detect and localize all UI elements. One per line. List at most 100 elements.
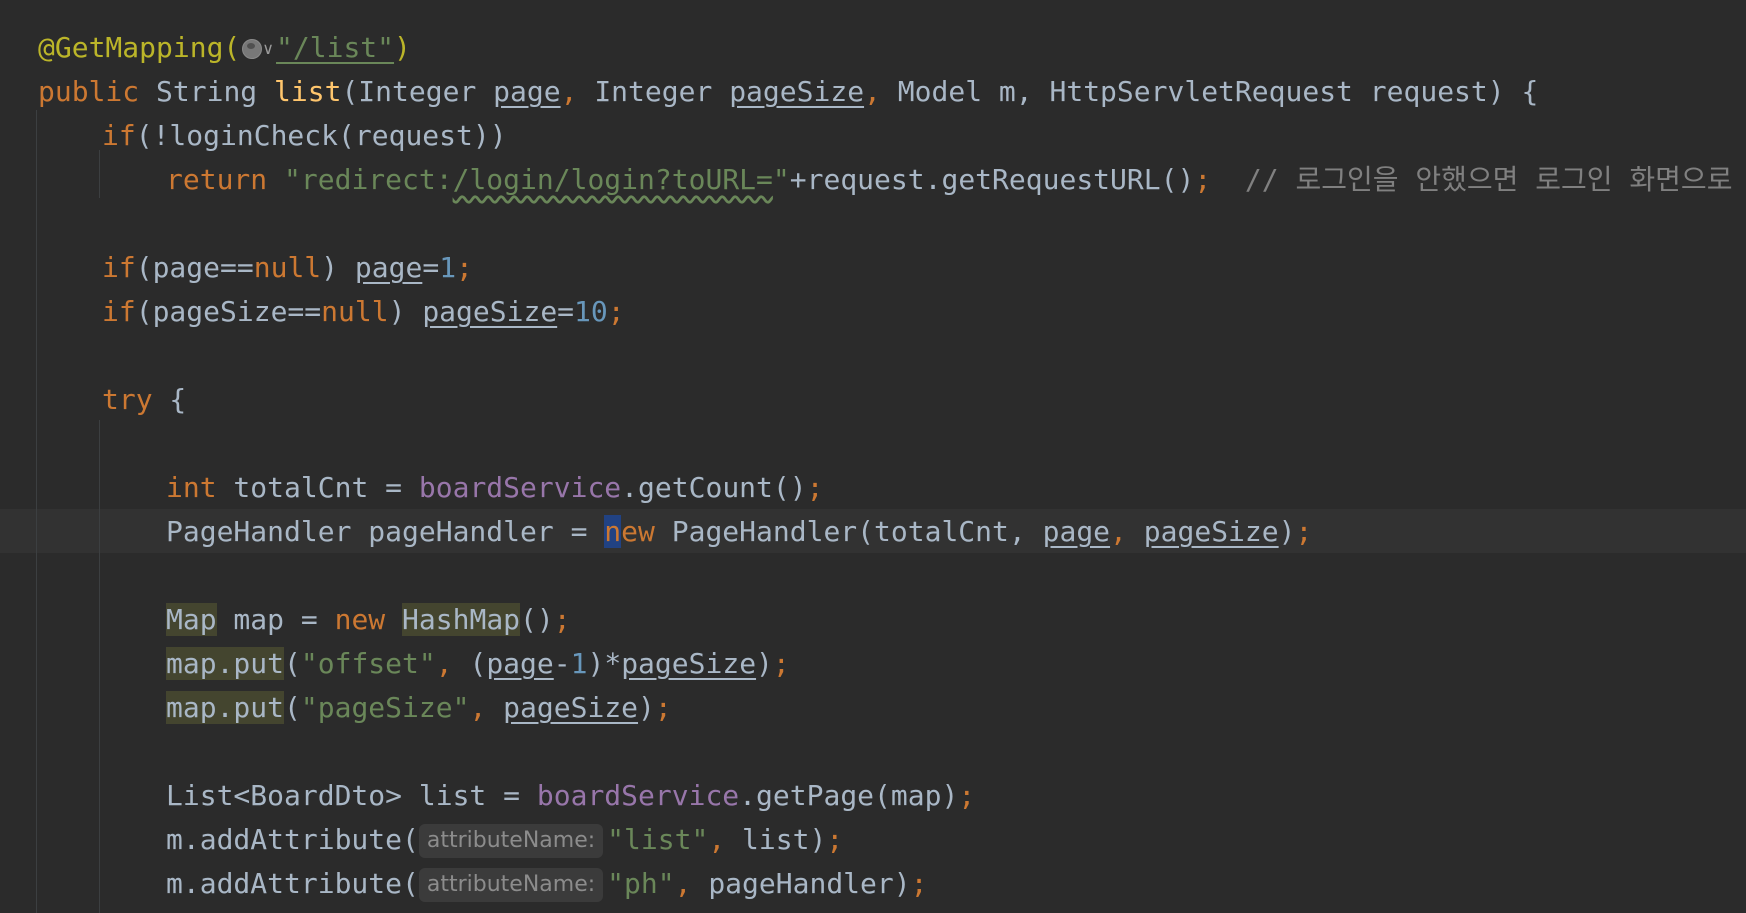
keyword: ew bbox=[621, 515, 655, 548]
code-token: ) bbox=[1278, 515, 1296, 548]
method-usage-highlight: map.put bbox=[166, 691, 285, 724]
code-token: .getCount() bbox=[621, 471, 807, 504]
code-token: .getPage(map) bbox=[739, 779, 959, 812]
code-line-7[interactable]: if(pageSize==null) pageSize=10; bbox=[102, 290, 625, 334]
variable: pageSize bbox=[621, 647, 757, 680]
code-token: ) bbox=[756, 647, 773, 680]
keyword: if bbox=[102, 295, 136, 328]
keyword: if bbox=[102, 119, 136, 152]
code-token: ( bbox=[284, 647, 301, 680]
string-literal: "offset" bbox=[300, 647, 436, 680]
code-line-11[interactable]: int totalCnt = boardService.getCount(); bbox=[166, 466, 823, 510]
punctuation: , bbox=[435, 647, 470, 680]
code-line-2[interactable]: public String list(Integer page, Integer… bbox=[38, 70, 1538, 114]
code-token: (page== bbox=[135, 251, 254, 284]
type-usage-highlight: Map bbox=[166, 603, 217, 636]
punctuation: , bbox=[469, 691, 504, 724]
code-token: (pageSize== bbox=[135, 295, 322, 328]
annotation: @GetMapping( bbox=[38, 31, 241, 64]
punctuation: , bbox=[674, 867, 709, 900]
code-token: ) bbox=[321, 251, 355, 284]
punctuation: , bbox=[864, 75, 898, 108]
punctuation: ; bbox=[456, 251, 473, 284]
string-literal: "redirect: bbox=[284, 163, 453, 196]
code-line-14[interactable]: Map map = new HashMap(); bbox=[166, 598, 571, 642]
code-token: ) bbox=[388, 295, 423, 328]
type-usage-highlight: HashMap bbox=[402, 603, 521, 636]
code-token: ( bbox=[284, 691, 301, 724]
punctuation: ; bbox=[607, 295, 625, 328]
code-line-18[interactable]: List<BoardDto> list = boardService.getPa… bbox=[166, 774, 975, 818]
keyword: return bbox=[166, 163, 268, 196]
code-line-6[interactable]: if(page==null) page=1; bbox=[102, 246, 473, 290]
code-token: String bbox=[139, 75, 275, 108]
code-token: pageHandler) bbox=[708, 867, 911, 900]
keyword: public bbox=[38, 75, 140, 108]
string-literal: " bbox=[772, 163, 790, 196]
code-token: m.addAttribute( bbox=[166, 823, 419, 856]
code-line-16[interactable]: map.put("pageSize", pageSize); bbox=[166, 686, 672, 730]
parameter-hint: attributeName: bbox=[418, 824, 604, 858]
keyword: null bbox=[321, 295, 389, 328]
code-token: PageHandler(totalCnt, bbox=[654, 515, 1043, 548]
field: boardService bbox=[418, 471, 622, 504]
globe-icon[interactable] bbox=[242, 39, 263, 59]
code-line-4[interactable]: return "redirect:/login/login?toURL="+re… bbox=[166, 158, 1746, 202]
method-usage-highlight: map.put bbox=[166, 647, 285, 680]
indent-guide bbox=[99, 150, 100, 198]
number-literal: 1 bbox=[570, 647, 588, 680]
string-literal: "pageSize" bbox=[300, 691, 470, 724]
code-line-12[interactable]: PageHandler pageHandler = new PageHandle… bbox=[166, 510, 1312, 554]
comment: // 로그인을 안했으면 로그인 화면으로 이동 bbox=[1211, 163, 1746, 196]
code-token: = bbox=[422, 251, 440, 284]
punctuation: ; bbox=[1295, 515, 1313, 548]
code-line-9[interactable]: try { bbox=[102, 378, 186, 422]
code-line-19[interactable]: m.addAttribute(attributeName: "list", lis… bbox=[166, 818, 843, 862]
code-token: { bbox=[152, 383, 187, 416]
code-token: Model m, HttpServletRequest request) { bbox=[897, 75, 1539, 108]
number-literal: 1 bbox=[439, 251, 457, 284]
code-line-3[interactable]: if(!loginCheck(request)) bbox=[102, 114, 507, 158]
code-token: Integer bbox=[594, 75, 730, 108]
code-token: list) bbox=[742, 823, 827, 856]
variable: pageSize bbox=[503, 691, 639, 724]
code-token: PageHandler pageHandler = bbox=[166, 515, 605, 548]
code-token: )* bbox=[587, 647, 622, 680]
code-line-15[interactable]: map.put("offset", (page-1)*pageSize); bbox=[166, 642, 790, 686]
code-line-20[interactable]: m.addAttribute(attributeName: "ph", pageH… bbox=[166, 862, 927, 906]
punctuation: ; bbox=[1194, 163, 1212, 196]
code-line-1[interactable]: @GetMapping(∨"/list") bbox=[38, 26, 411, 70]
punctuation: ; bbox=[826, 823, 844, 856]
string-literal: "ph" bbox=[607, 867, 675, 900]
punctuation: ; bbox=[806, 471, 824, 504]
field: boardService bbox=[536, 779, 740, 812]
keyword: int bbox=[166, 471, 217, 504]
code-editor[interactable]: @GetMapping(∨"/list") public String list… bbox=[0, 0, 1746, 913]
indent-guide bbox=[99, 420, 100, 913]
punctuation: ; bbox=[553, 603, 571, 636]
method-name: list bbox=[274, 75, 342, 108]
punctuation: , bbox=[1110, 515, 1144, 548]
code-token: ( bbox=[469, 647, 487, 680]
punctuation: , bbox=[560, 75, 595, 108]
variable: page bbox=[354, 251, 423, 284]
string-literal: "list" bbox=[607, 823, 709, 856]
punctuation: , bbox=[708, 823, 743, 856]
text-caret: n bbox=[604, 515, 622, 548]
param-page: page bbox=[493, 75, 561, 108]
code-token: List<BoardDto> list = bbox=[166, 779, 537, 812]
variable: page bbox=[486, 647, 554, 680]
code-token: () bbox=[520, 603, 554, 636]
code-token: m.addAttribute( bbox=[166, 867, 419, 900]
variable: pageSize bbox=[422, 295, 558, 328]
param-pagesize: pageSize bbox=[729, 75, 865, 108]
code-token: = bbox=[557, 295, 575, 328]
code-token: map = bbox=[216, 603, 335, 636]
code-token: (!loginCheck(request)) bbox=[135, 119, 507, 152]
code-token: +request.getRequestURL() bbox=[789, 163, 1195, 196]
punctuation: ; bbox=[958, 779, 976, 812]
string-literal-url: /login/login?toURL= bbox=[452, 163, 773, 196]
chevron-down-icon[interactable]: ∨ bbox=[262, 27, 274, 71]
keyword: new bbox=[334, 603, 386, 636]
